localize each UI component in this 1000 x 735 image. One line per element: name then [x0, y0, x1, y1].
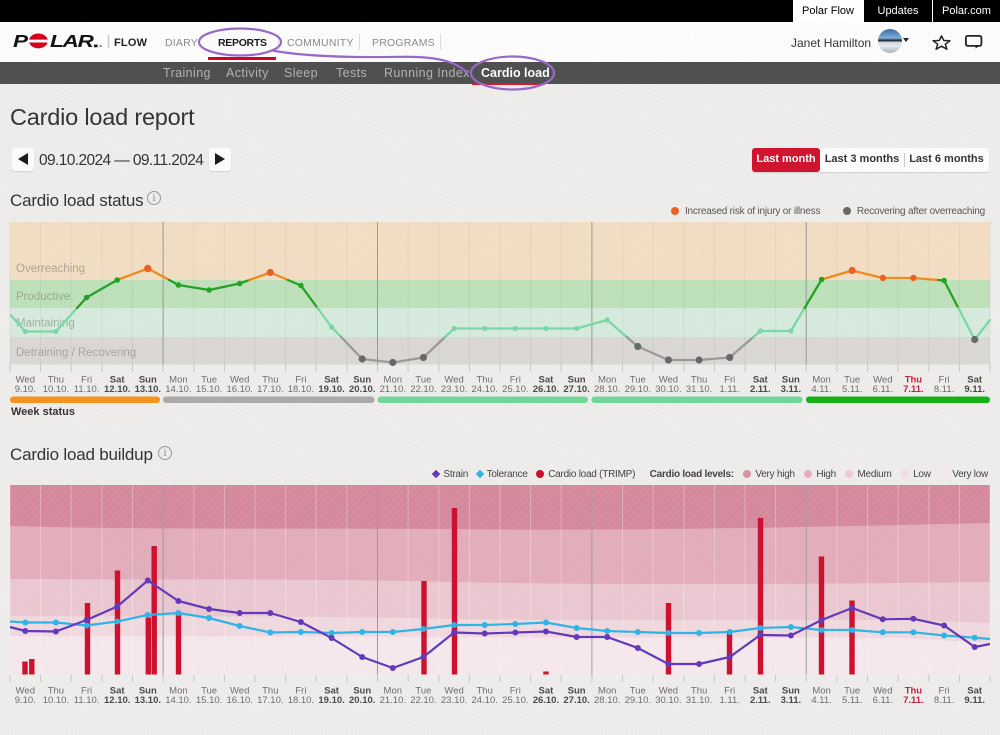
svg-text:9.11.: 9.11.: [964, 695, 985, 706]
svg-text:23.10.: 23.10.: [441, 384, 467, 395]
svg-text:14.10.: 14.10.: [165, 695, 191, 706]
svg-text:11.10.: 11.10.: [74, 384, 100, 395]
svg-text:30.10.: 30.10.: [655, 384, 681, 395]
svg-text:15.10.: 15.10.: [196, 695, 222, 706]
svg-text:12.10.: 12.10.: [104, 384, 130, 395]
svg-text:27.10.: 27.10.: [563, 384, 589, 395]
svg-text:10.10.: 10.10.: [43, 384, 69, 395]
svg-text:28.10.: 28.10.: [594, 384, 620, 395]
svg-text:5.11.: 5.11.: [842, 695, 862, 706]
svg-text:19.10.: 19.10.: [318, 695, 344, 706]
svg-text:26.10.: 26.10.: [533, 695, 559, 706]
svg-text:31.10.: 31.10.: [686, 695, 712, 706]
svg-text:5.11.: 5.11.: [842, 384, 862, 395]
svg-text:1.11.: 1.11.: [719, 384, 739, 395]
svg-text:17.10.: 17.10.: [257, 384, 283, 395]
svg-text:22.10.: 22.10.: [410, 384, 436, 395]
svg-text:9.10.: 9.10.: [15, 384, 36, 395]
svg-text:24.10.: 24.10.: [471, 384, 497, 395]
svg-text:26.10.: 26.10.: [533, 384, 559, 395]
svg-text:31.10.: 31.10.: [686, 384, 712, 395]
svg-text:20.10.: 20.10.: [349, 384, 375, 395]
svg-text:6.11.: 6.11.: [873, 695, 893, 706]
svg-text:4.11.: 4.11.: [811, 695, 831, 706]
svg-text:11.10.: 11.10.: [74, 695, 100, 706]
svg-text:29.10.: 29.10.: [625, 695, 651, 706]
svg-text:30.10.: 30.10.: [655, 695, 681, 706]
svg-text:9.10.: 9.10.: [15, 695, 36, 706]
svg-text:28.10.: 28.10.: [594, 695, 620, 706]
svg-text:Productive: Productive: [16, 291, 70, 303]
svg-text:2.11.: 2.11.: [750, 695, 771, 706]
svg-text:25.10.: 25.10.: [502, 695, 528, 706]
svg-text:8.11.: 8.11.: [934, 384, 954, 395]
svg-text:Detraining / Recovering: Detraining / Recovering: [16, 347, 136, 359]
svg-text:7.11.: 7.11.: [903, 384, 924, 395]
svg-text:18.10.: 18.10.: [288, 384, 314, 395]
svg-text:13.10.: 13.10.: [135, 695, 161, 706]
svg-text:21.10.: 21.10.: [380, 695, 406, 706]
svg-text:27.10.: 27.10.: [563, 695, 589, 706]
svg-text:20.10.: 20.10.: [349, 695, 375, 706]
svg-text:13.10.: 13.10.: [135, 384, 161, 395]
svg-text:15.10.: 15.10.: [196, 384, 222, 395]
svg-text:29.10.: 29.10.: [625, 384, 651, 395]
svg-text:12.10.: 12.10.: [104, 695, 130, 706]
svg-text:21.10.: 21.10.: [380, 384, 406, 395]
svg-text:1.11.: 1.11.: [719, 695, 739, 706]
svg-text:8.11.: 8.11.: [934, 695, 954, 706]
svg-text:19.10.: 19.10.: [318, 384, 344, 395]
svg-text:9.11.: 9.11.: [964, 384, 985, 395]
svg-text:16.10.: 16.10.: [226, 695, 252, 706]
svg-text:18.10.: 18.10.: [288, 695, 314, 706]
svg-text:2.11.: 2.11.: [750, 384, 771, 395]
svg-text:25.10.: 25.10.: [502, 384, 528, 395]
svg-text:24.10.: 24.10.: [471, 695, 497, 706]
svg-text:22.10.: 22.10.: [410, 695, 436, 706]
svg-text:3.11.: 3.11.: [781, 695, 802, 706]
svg-text:10.10.: 10.10.: [43, 695, 69, 706]
svg-text:4.11.: 4.11.: [811, 384, 831, 395]
svg-text:17.10.: 17.10.: [257, 695, 283, 706]
svg-text:14.10.: 14.10.: [165, 384, 191, 395]
svg-text:Overreaching: Overreaching: [16, 263, 85, 275]
svg-text:16.10.: 16.10.: [226, 384, 252, 395]
svg-text:23.10.: 23.10.: [441, 695, 467, 706]
svg-text:3.11.: 3.11.: [781, 384, 802, 395]
svg-text:7.11.: 7.11.: [903, 695, 924, 706]
svg-text:6.11.: 6.11.: [873, 384, 893, 395]
